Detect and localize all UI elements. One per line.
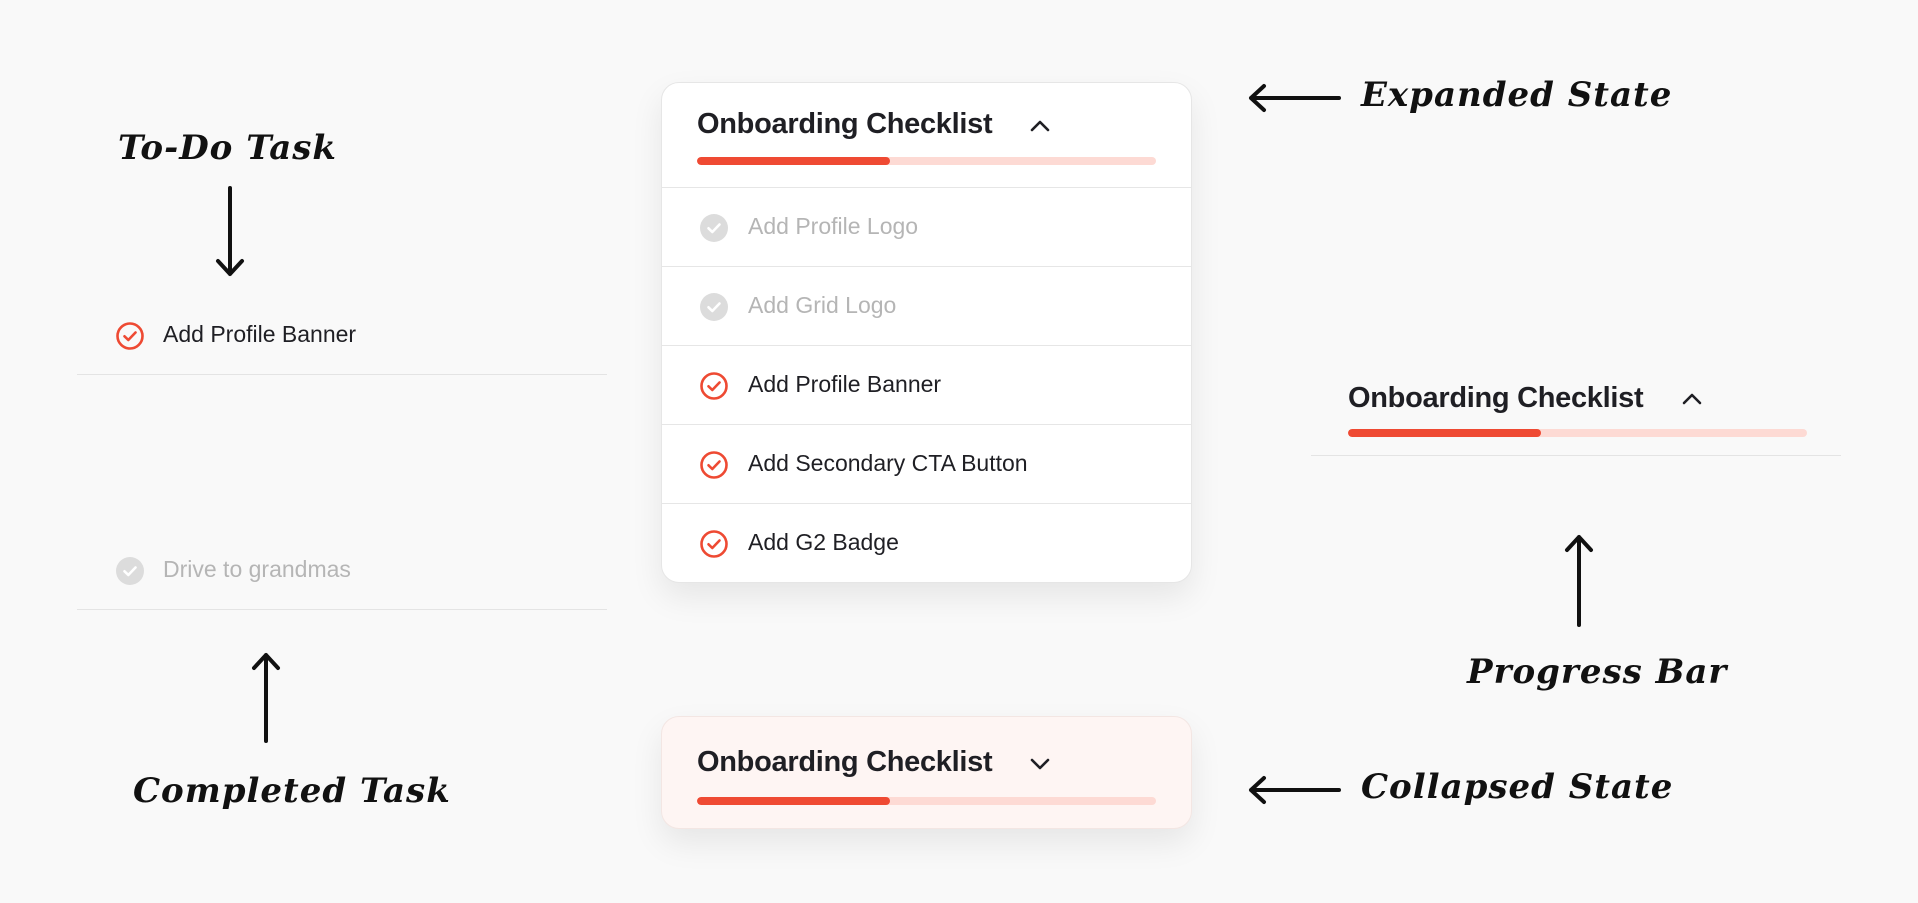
check-circle-filled-icon	[700, 214, 728, 242]
checklist-header[interactable]: Onboarding Checklist	[662, 83, 1191, 188]
task-label: Add Profile Banner	[748, 371, 942, 397]
arrow-left-icon	[1249, 776, 1341, 804]
sample-todo-label: Add Profile Banner	[163, 321, 357, 347]
arrow-up-icon	[252, 653, 280, 743]
task-row[interactable]: Add Grid Logo	[662, 267, 1191, 346]
sample-todo-row[interactable]: Add Profile Banner	[77, 296, 607, 375]
progress-bar-fill	[697, 797, 890, 805]
chevron-up-icon[interactable]	[1681, 392, 1703, 406]
chevron-up-icon[interactable]	[1029, 119, 1051, 133]
check-circle-outline-icon	[116, 322, 144, 350]
check-circle-outline-icon[interactable]	[700, 372, 728, 400]
task-row[interactable]: Add Secondary CTA Button	[662, 425, 1191, 504]
annotation-expanded-state: Expanded State	[1361, 75, 1673, 115]
checklist-header-sample[interactable]: Onboarding Checklist	[1311, 375, 1841, 456]
annotation-todo-task: To-Do Task	[118, 128, 337, 168]
progress-bar	[697, 157, 1156, 165]
checklist-title: Onboarding Checklist	[697, 746, 993, 778]
progress-bar	[697, 797, 1156, 805]
arrow-down-icon	[216, 186, 244, 276]
task-list: Add Profile Logo Add Grid Logo Add Profile…	[662, 188, 1191, 582]
check-circle-filled-icon	[700, 293, 728, 321]
task-row[interactable]: Add Profile Logo	[662, 188, 1191, 267]
arrow-left-icon	[1249, 84, 1341, 112]
task-row[interactable]: Add Profile Banner	[662, 346, 1191, 425]
task-label: Add Grid Logo	[748, 292, 897, 318]
annotation-collapsed-state: Collapsed State	[1361, 767, 1674, 807]
check-circle-outline-icon[interactable]	[700, 530, 728, 558]
checklist-card-collapsed[interactable]: Onboarding Checklist	[661, 716, 1192, 829]
task-label: Add G2 Badge	[748, 529, 899, 555]
annotation-completed-task: Completed Task	[133, 771, 451, 811]
arrow-up-icon	[1565, 535, 1593, 627]
progress-bar	[1348, 429, 1807, 437]
annotation-progress-bar: Progress Bar	[1467, 652, 1728, 692]
chevron-down-icon[interactable]	[1029, 757, 1051, 771]
task-label: Add Secondary CTA Button	[748, 450, 1028, 476]
progress-bar-fill	[697, 157, 890, 165]
sample-completed-label: Drive to grandmas	[163, 556, 351, 582]
checklist-card-expanded: Onboarding Checklist Add Profile Logo Add…	[661, 82, 1192, 583]
task-label: Add Profile Logo	[748, 213, 919, 239]
check-circle-filled-icon	[116, 557, 144, 585]
task-row[interactable]: Add G2 Badge	[662, 504, 1191, 582]
check-circle-outline-icon[interactable]	[700, 451, 728, 479]
progress-bar-fill	[1348, 429, 1541, 437]
checklist-title: Onboarding Checklist	[697, 108, 993, 140]
checklist-title: Onboarding Checklist	[1348, 382, 1644, 414]
sample-completed-row[interactable]: Drive to grandmas	[77, 531, 607, 610]
